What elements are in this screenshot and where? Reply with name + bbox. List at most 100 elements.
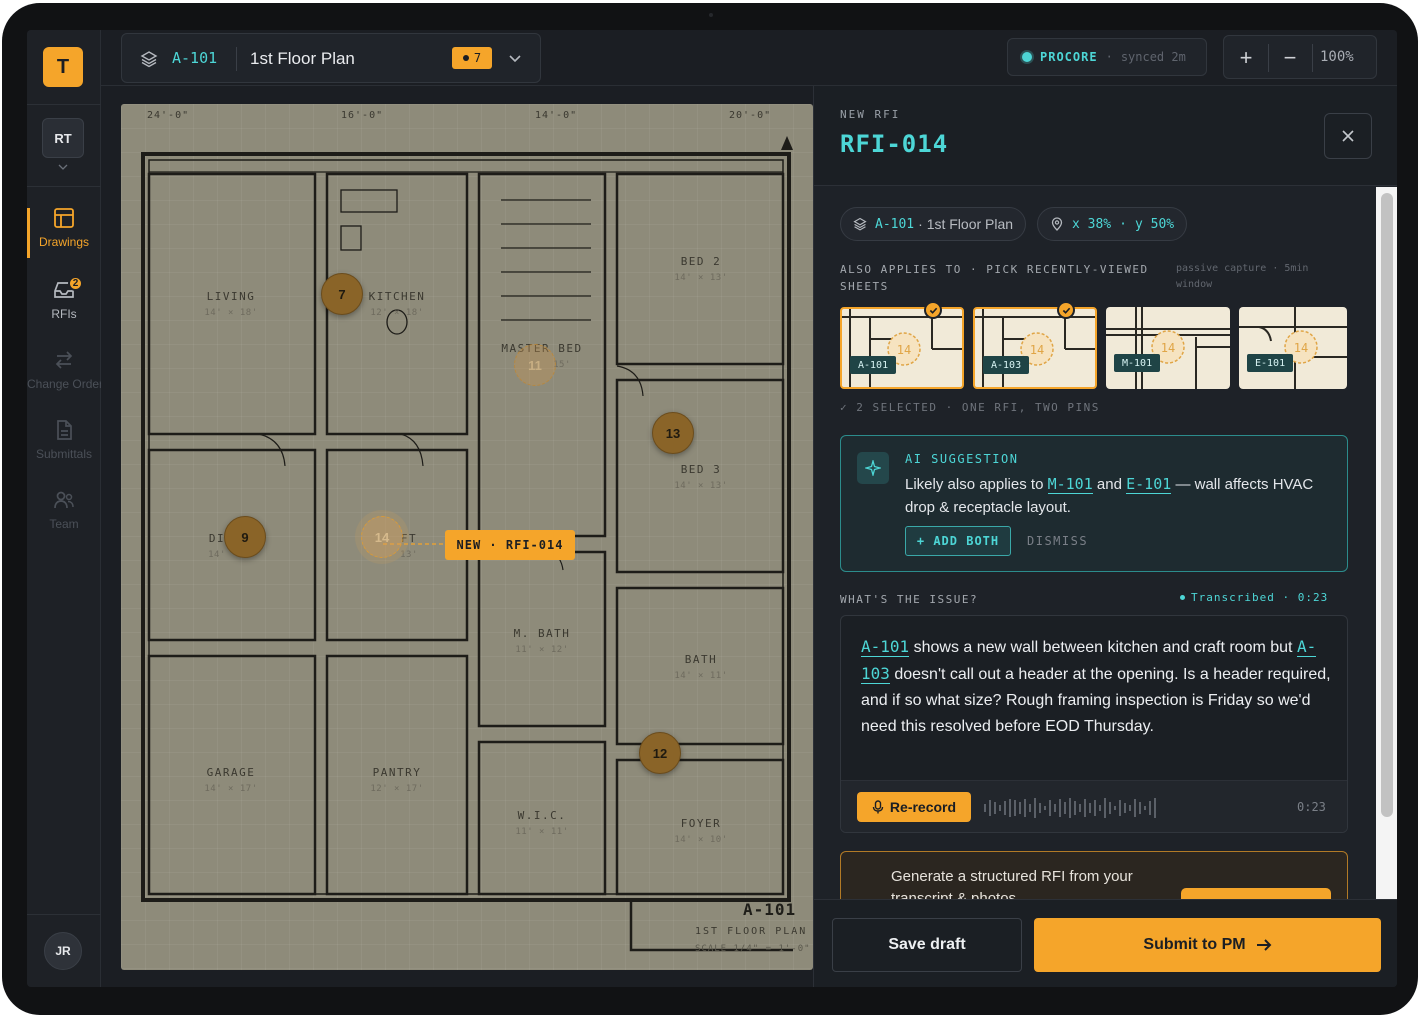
sheet-thumbnail[interactable]: 14 E-101 (1239, 307, 1347, 389)
sidebar-item-change-orders[interactable]: Change Orders (27, 348, 110, 404)
rfi-pin[interactable]: 12 (639, 732, 681, 774)
sheet-thumbnail[interactable]: 14 A-101 (840, 307, 964, 389)
room-label: BED 3 14' × 13' (674, 463, 728, 491)
floor-plan-sheet[interactable]: 24'-0" 16'-0" 14'-0" 20'-0" LIVING 14' × … (121, 104, 813, 970)
save-draft-button[interactable]: Save draft (832, 918, 1022, 972)
ai-suggestion-card: AI SUGGESTION Likely also applies to M-1… (840, 435, 1348, 572)
app-logo[interactable]: T (43, 47, 83, 87)
pin-count-badge: 7 (452, 47, 492, 69)
dimension-label: 24'-0" (147, 110, 190, 121)
generate-text: Generate a structured RFI from your tran… (891, 868, 1133, 899)
scrollbar-thumb[interactable] (1381, 193, 1393, 817)
svg-text:14: 14 (1030, 343, 1044, 357)
project-switcher[interactable]: RT (42, 118, 84, 158)
microphone-icon (872, 800, 884, 814)
new-rfi-tag[interactable]: NEW · RFI-014 (445, 530, 575, 560)
room-label: LIVING 14' × 18' (204, 290, 258, 318)
drawing-canvas[interactable]: 24'-0" 16'-0" 14'-0" 20'-0" LIVING 14' × … (101, 86, 813, 987)
sidebar-item-label: Change Orders (27, 377, 110, 391)
submit-button[interactable]: Submit to PM (1034, 918, 1381, 972)
user-avatar[interactable]: JR (44, 932, 82, 970)
panel-body: A-101 · 1st Floor Plan x 38% · y 50% ALS… (814, 187, 1397, 899)
coordinate-chip[interactable]: x 38% · y 50% (1037, 207, 1188, 241)
sheet-link-m101[interactable]: M-101 (1047, 475, 1093, 494)
zoom-controls: + − 100% (1223, 35, 1377, 79)
sidebar-item-rfis[interactable]: 2 RFIs (27, 276, 101, 334)
title-block-code: A-101 (743, 900, 797, 919)
svg-text:14: 14 (1294, 341, 1308, 355)
zoom-out-button[interactable]: − (1268, 36, 1312, 80)
dimension-label: 20'-0" (729, 110, 772, 121)
coord-separator: · (1119, 216, 1127, 232)
coord-y: y 50% (1134, 216, 1175, 232)
sidebar-item-label: Submittals (35, 447, 93, 461)
sync-time: synced 2m (1120, 50, 1186, 64)
recording-duration: 0:23 (1297, 800, 1326, 814)
waveform (984, 798, 1156, 818)
thumbnail-drawing: 14 (1239, 307, 1347, 389)
issue-textarea[interactable]: A-101 shows a new wall between kitchen a… (840, 615, 1348, 833)
divider (236, 47, 237, 71)
sidebar-divider (27, 104, 101, 105)
location-pin-icon (1051, 217, 1063, 231)
sheet-link-e101[interactable]: E-101 (1126, 475, 1172, 494)
check-icon (924, 301, 942, 319)
title-block-scale: SCALE 1/4" = 1'-0" (695, 944, 811, 954)
rfi-pin[interactable]: 7 (321, 273, 363, 315)
selected-count-note: ✓ 2 SELECTED · ONE RFI, TWO PINS (840, 401, 1100, 414)
zoom-level: 100% (1320, 49, 1354, 65)
sheet-name: 1st Floor Plan (250, 49, 355, 68)
camera-dot (709, 13, 713, 17)
issue-text[interactable]: A-101 shows a new wall between kitchen a… (861, 634, 1331, 740)
team-icon (54, 491, 74, 509)
chip-sheet-name: · 1st Floor Plan (918, 216, 1014, 232)
sheet-link-a101[interactable]: A-101 (861, 637, 910, 657)
sidebar: T RT Drawings 2 RFIs Change Orders Submi… (27, 30, 110, 987)
sync-status[interactable]: PROCORE · synced 2m (1007, 38, 1207, 76)
layers-icon (140, 51, 158, 68)
sync-provider: PROCORE (1040, 50, 1098, 64)
thumbnail-drawing: 14 (842, 309, 962, 387)
also-applies-label: ALSO APPLIES TO · PICK RECENTLY-VIEWED S… (840, 263, 1149, 293)
location-chip[interactable]: A-101 · 1st Floor Plan (840, 207, 1027, 241)
drawings-icon (54, 208, 74, 228)
transcribed-status: Transcribed · 0:23 (1180, 591, 1328, 604)
svg-text:14: 14 (1161, 341, 1175, 355)
sidebar-item-label: Team (49, 517, 79, 531)
room-label: KITCHEN 12' × 18' (368, 290, 426, 318)
room-label: M. BATH 11' × 12' (513, 627, 571, 655)
add-both-button[interactable]: + ADD BOTH (905, 526, 1011, 556)
rfi-pin[interactable]: 11 (514, 344, 556, 386)
document-icon (57, 420, 72, 440)
sheet-selector[interactable]: A-101 1st Floor Plan 7 (121, 33, 541, 83)
room-label: GARAGE 14' × 17' (204, 766, 258, 794)
sheet-thumbnail[interactable]: 14 A-103 (973, 307, 1097, 389)
thumbnail-drawing: 14 (975, 309, 1095, 387)
sidebar-item-team[interactable]: Team (27, 488, 101, 544)
zoom-in-button[interactable]: + (1224, 36, 1268, 80)
rfi-pin[interactable]: 13 (652, 412, 694, 454)
generate-button[interactable] (1181, 888, 1331, 899)
thumbnail-code: E-101 (1247, 354, 1294, 372)
new-rfi-pin[interactable]: 14 (361, 516, 403, 558)
close-button[interactable] (1324, 113, 1372, 159)
room-label: BED 2 14' × 13' (674, 255, 728, 283)
sync-separator: · (1105, 50, 1113, 64)
rerecord-button[interactable]: Re-record (857, 792, 971, 822)
tablet-frame: T RT Drawings 2 RFIs Change Orders Submi… (2, 3, 1418, 1015)
sheet-thumbnail[interactable]: 14 M-101 (1106, 307, 1230, 389)
rfi-count-badge: 2 (68, 276, 83, 291)
audio-bar: Re-record 0:23 (841, 780, 1347, 832)
sidebar-item-label: RFIs (51, 307, 77, 321)
rfi-pin[interactable]: 9 (224, 516, 266, 558)
sidebar-item-drawings[interactable]: Drawings (27, 206, 101, 262)
thumbnail-code: A-101 (850, 356, 897, 374)
room-label: PANTRY 12' × 17' (370, 766, 424, 794)
chevron-down-icon[interactable] (508, 51, 522, 65)
dimension-label: 14'-0" (535, 110, 578, 121)
room-label: W.I.C. 11' × 11' (515, 809, 569, 837)
sidebar-item-submittals[interactable]: Submittals (27, 418, 101, 474)
dismiss-button[interactable]: DISMISS (1027, 534, 1088, 548)
thumbnail-drawing: 14 (1106, 307, 1230, 389)
panel-kicker: NEW RFI (840, 108, 901, 121)
